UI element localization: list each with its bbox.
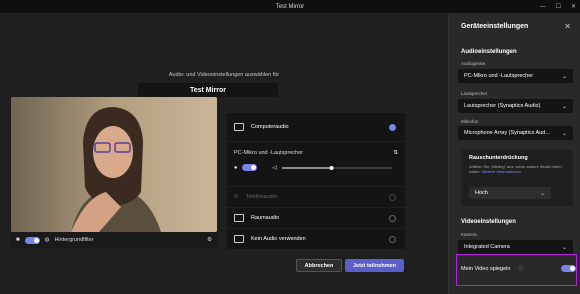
chevron-down-icon: ⌄ [561,130,567,137]
noise-suppression-title: Rauschunterdrückung [469,155,528,161]
chevron-down-icon: ⌄ [539,190,545,197]
noise-suppression-desc: Wählen Sie „Niedrig“ aus, wenn andere Mu… [469,164,562,175]
no-audio-radio[interactable] [389,235,396,243]
camera-toggle[interactable] [24,236,40,244]
room-audio-radio[interactable] [389,214,396,222]
room-audio-label: Raumaudio [251,215,280,221]
window-controls: — ☐ ✕ [540,0,576,13]
room-audio-option[interactable]: Raumaudio [227,208,405,228]
window-title: Test Mirror [275,3,305,10]
close-icon[interactable]: ✕ [564,22,571,31]
volume-slider[interactable] [281,165,392,171]
microphone-value: Microphone Array (Synaptics Aud... [464,130,550,136]
no-audio-option[interactable]: Kein Audio verwenden [227,229,405,249]
speaker-value: Lautsprecher (Synaptics Audio) [464,103,541,109]
speaker-icon: ◁ [272,164,277,171]
audio-settings-icon[interactable]: ⇅ [393,150,398,156]
prejoin-subtitle: Audio- und Videoeinstellungen auswählen … [168,72,280,78]
noise-suppression-value: Hoch [475,190,488,196]
microphone-toggle[interactable] [242,164,258,171]
highlight-box [456,254,577,286]
video-controls: ■ ◍ Hintergrundfilter ⚙ [11,232,217,248]
camera-label: Kamera [461,232,477,237]
join-now-button[interactable]: Jetzt teilnehmen [345,259,404,272]
computer-audio-option[interactable]: Computeraudio [227,113,405,141]
audio-options: Computeraudio PC-Mikro und -Lautsprecher… [227,113,405,249]
camera-icon: ■ [16,237,20,243]
room-icon [234,214,244,222]
cancel-button[interactable]: Abbrechen [296,259,342,272]
microphone-icon: ● [234,164,238,171]
video-preview [11,97,217,232]
audio-settings-heading: Audioeinstellungen [461,49,517,55]
prejoin-panel: Audio- und Videoeinstellungen auswählen … [0,13,448,294]
speaker-label: Lautsprecher [461,91,488,96]
phone-audio-option[interactable]: ✆ Telefonaudio [227,187,405,207]
camera-dropdown[interactable]: Integrated Camera ⌄ [458,240,573,254]
noise-suppression-card: Rauschunterdrückung Wählen Sie „Niedrig“… [461,150,573,206]
background-filter-label[interactable]: Hintergrundfilter [54,237,93,243]
close-window-icon[interactable]: ✕ [571,3,576,10]
title-bar: Test Mirror — ☐ ✕ [0,0,580,13]
phone-icon: ✆ [234,194,239,200]
computer-audio-radio[interactable] [389,123,396,131]
computer-icon [234,123,244,131]
minimize-icon[interactable]: — [540,4,546,10]
meeting-name: Test Mirror [138,83,278,97]
audio-device-label: Audiogeräte [461,61,486,66]
maximize-icon[interactable]: ☐ [556,3,561,10]
phone-audio-label: Telefonaudio [245,194,277,200]
video-frame-image [11,97,217,232]
learn-more-link[interactable]: Weitere Informationen [482,169,521,174]
background-filter-icon: ◍ [44,237,50,243]
chevron-down-icon: ⌄ [561,244,567,251]
audio-device-panel: PC-Mikro und -Lautsprecher ⇅ ● ◁ [227,142,405,186]
audio-device-dropdown[interactable]: PC-Mikro und -Lautsprecher ⌄ [458,69,573,83]
computer-audio-label: Computeraudio [251,124,289,130]
microphone-label: Mikrofon [461,119,479,124]
device-settings-panel: Geräteeinstellungen ✕ Audioeinstellungen… [448,13,580,294]
camera-value: Integrated Camera [464,244,510,250]
audio-device-label: PC-Mikro und -Lautsprecher [234,150,304,156]
audio-device-value: PC-Mikro und -Lautsprecher [464,73,534,79]
chevron-down-icon: ⌄ [561,73,567,80]
panel-title: Geräteeinstellungen [461,23,529,30]
video-settings-heading: Videoeinstellungen [461,219,516,225]
chevron-down-icon: ⌄ [561,103,567,110]
noise-suppression-dropdown[interactable]: Hoch ⌄ [469,187,551,199]
speaker-dropdown[interactable]: Lautsprecher (Synaptics Audio) ⌄ [458,99,573,113]
no-audio-label: Kein Audio verwenden [251,236,306,242]
no-audio-icon [234,235,244,243]
microphone-dropdown[interactable]: Microphone Array (Synaptics Aud... ⌄ [458,126,573,140]
phone-audio-radio[interactable] [389,193,396,201]
settings-gear-icon[interactable]: ⚙ [207,237,212,243]
